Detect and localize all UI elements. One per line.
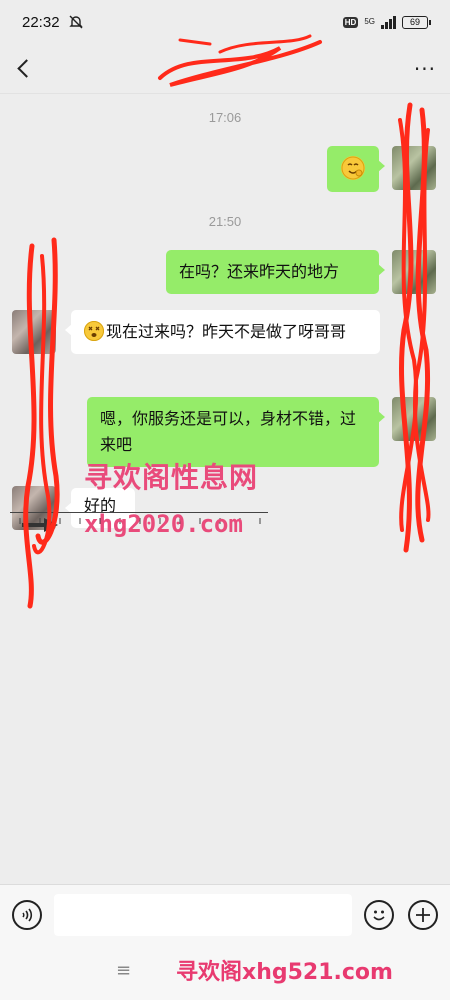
yellow-face-emoji-icon: [341, 156, 365, 180]
outgoing-message-bubble[interactable]: [327, 146, 385, 192]
message-text: 在吗？还来昨天的地方: [179, 262, 340, 281]
plus-icon[interactable]: [408, 899, 438, 930]
arrow-right-icon: [22, 517, 58, 532]
message-timestamp: 21:50: [208, 214, 242, 229]
menu-icon[interactable]: ≡: [116, 960, 131, 981]
message-timestamp: 17:06: [208, 110, 242, 125]
more-icon[interactable]: ···: [414, 57, 436, 81]
input-bar: [0, 884, 450, 944]
message-text: 现在过来吗？昨天不是做了呀哥哥: [106, 322, 347, 341]
back-icon[interactable]: [14, 59, 34, 79]
message-text: 嗯，你服务还是可以，身材不错，过来吧: [100, 409, 357, 454]
battery-level: 69: [409, 17, 420, 27]
chat-header: ···: [0, 44, 450, 94]
contact-avatar[interactable]: [12, 310, 56, 354]
status-indicators: HD 5G 69: [342, 15, 431, 29]
my-avatar[interactable]: [392, 250, 436, 294]
outgoing-message-bubble[interactable]: 在吗？还来昨天的地方: [166, 250, 385, 294]
status-bar: 22:32 HD 5G 69: [0, 0, 450, 44]
dizzy-face-emoji-icon: [84, 321, 104, 341]
voice-icon[interactable]: [12, 899, 42, 930]
emoji-icon[interactable]: [364, 899, 394, 930]
battery-icon: 69: [402, 15, 431, 29]
watermark-url: xhg2020.com: [84, 510, 243, 538]
hd-icon: HD: [342, 16, 359, 28]
incoming-message-bubble[interactable]: 现在过来吗？昨天不是做了呀哥哥: [65, 310, 380, 354]
watermark-site-name: 寻欢阁性息网: [84, 461, 259, 494]
my-avatar[interactable]: [392, 397, 436, 441]
footer-watermark: 寻欢阁xhg521.com: [176, 960, 393, 985]
status-time: 22:32: [22, 13, 60, 31]
message-input[interactable]: [54, 893, 352, 936]
network-type: 5G: [364, 17, 375, 26]
mute-icon: [68, 14, 84, 30]
my-avatar[interactable]: [392, 146, 436, 190]
left-redaction-scribble: [23, 237, 60, 609]
signal-icon: [381, 15, 396, 29]
